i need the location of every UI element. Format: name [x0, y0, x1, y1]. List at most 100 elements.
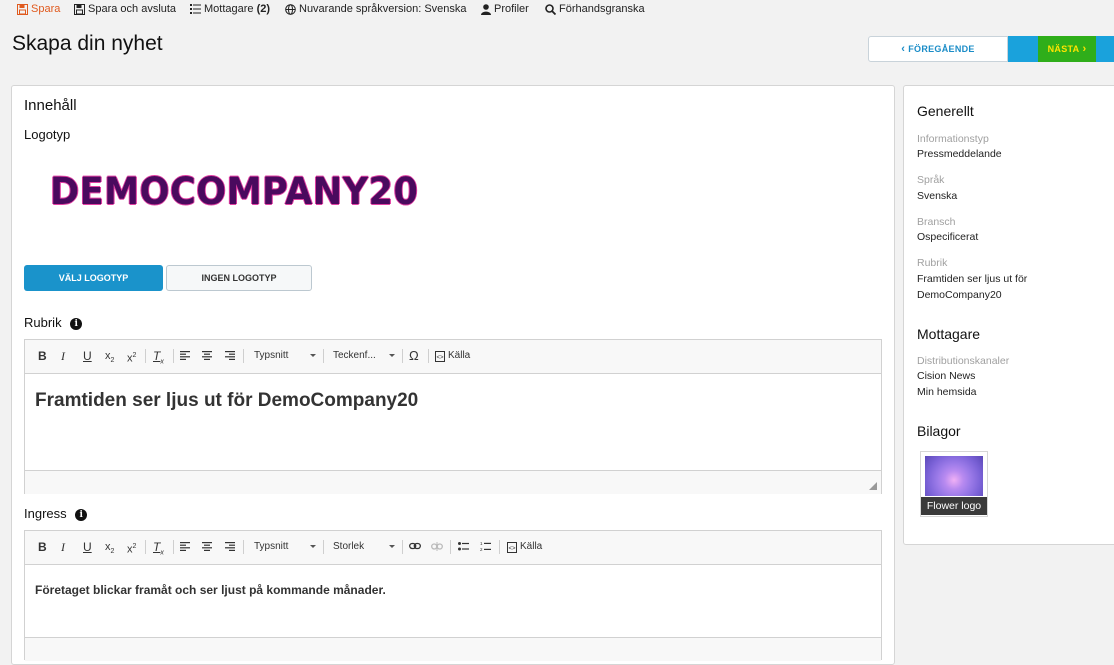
- save-and-exit-label: Spara och avsluta: [88, 3, 177, 15]
- toolbar-separator: [173, 349, 174, 363]
- caret-down-icon: [389, 354, 395, 357]
- attachments-heading: Bilagor: [917, 423, 961, 439]
- lead-editor-statusbar: [25, 637, 881, 661]
- toolbar-separator: [173, 540, 174, 554]
- industry-value: Ospecificerat: [917, 231, 979, 243]
- source-button[interactable]: <> Källa: [435, 349, 470, 363]
- caret-down-icon: [310, 354, 316, 357]
- toolbar-separator: [243, 349, 244, 363]
- clear-format-icon[interactable]: Tx: [153, 540, 164, 560]
- save-label: Spara: [31, 3, 61, 15]
- toolbar-separator: [145, 540, 146, 554]
- lead-editor: B I U x2 x2 Tx Typsnitt Storlek 12 <> Kä…: [24, 530, 882, 661]
- font-dropdown[interactable]: Typsnitt: [254, 349, 318, 363]
- choose-logo-button[interactable]: VÄLJ LOGOTYP: [24, 265, 163, 291]
- subscript-icon[interactable]: x2: [105, 540, 114, 559]
- align-right-icon[interactable]: [225, 542, 235, 551]
- italic-icon[interactable]: I: [61, 349, 65, 363]
- info-icon[interactable]: i: [70, 317, 83, 330]
- previous-label: FÖREGÅENDE: [908, 44, 975, 54]
- svg-text:2: 2: [480, 547, 483, 552]
- toolbar-separator: [323, 349, 324, 363]
- title-editor: B I U x2 x2 Tx Typsnitt Teckenf... Ω <> …: [24, 339, 882, 494]
- font-dropdown-label: Typsnitt: [254, 541, 289, 552]
- svg-text:<>: <>: [436, 355, 444, 361]
- content-heading: Innehåll: [24, 97, 77, 114]
- align-center-icon[interactable]: [202, 542, 212, 551]
- next-button[interactable]: NÄSTA ›: [1038, 36, 1096, 62]
- lead-text-area[interactable]: Företaget blickar framåt och ser ljust p…: [35, 583, 386, 597]
- next-button-area[interactable]: NÄSTA ›: [1008, 36, 1114, 62]
- source-icon: <>: [435, 350, 445, 362]
- no-logo-button[interactable]: INGEN LOGOTYP: [166, 265, 312, 291]
- recipients-button[interactable]: Mottagare (2): [190, 3, 270, 15]
- save-button[interactable]: Spara: [17, 3, 60, 15]
- underline-icon[interactable]: U: [83, 349, 92, 363]
- preview-label: Förhandsgranska: [559, 3, 645, 15]
- lead-label-row: Ingress i: [24, 506, 88, 521]
- page-title: Skapa din nyhet: [12, 32, 163, 55]
- title-label-row: Rubrik i: [24, 315, 83, 330]
- lead-label: Ingress: [24, 506, 67, 521]
- special-char-icon[interactable]: Ω: [409, 349, 419, 363]
- lead-editor-toolbar: B I U x2 x2 Tx Typsnitt Storlek 12 <> Kä…: [25, 531, 881, 565]
- previous-button[interactable]: ‹ FÖREGÅENDE: [868, 36, 1008, 62]
- title-value-line-1: Framtiden ser ljus ut för: [917, 273, 1028, 285]
- numbered-list-icon[interactable]: 12: [480, 541, 491, 552]
- attachment-caption: Flower logo: [921, 497, 987, 515]
- superscript-icon[interactable]: x2: [127, 349, 136, 366]
- next-label: NÄSTA: [1047, 44, 1080, 54]
- link-icon[interactable]: [409, 542, 421, 550]
- bold-icon[interactable]: B: [38, 349, 47, 363]
- subscript-icon[interactable]: x2: [105, 349, 114, 368]
- source-button[interactable]: <> Källa: [507, 540, 542, 554]
- title-value-line-2: DemoCompany20: [917, 289, 1002, 301]
- info-icon[interactable]: i: [75, 508, 88, 521]
- title-editor-statusbar: [25, 470, 881, 494]
- language-version-label: Nuvarande språkversion: Svenska: [299, 3, 467, 15]
- align-left-icon[interactable]: [180, 542, 190, 551]
- top-toolbar: Spara Spara och avsluta Mottagare (2) Nu…: [0, 0, 1114, 20]
- resize-handle-icon[interactable]: [869, 482, 877, 490]
- align-left-icon[interactable]: [180, 351, 190, 360]
- info-sidebar: Generellt Informationstyp Pressmeddeland…: [903, 85, 1114, 545]
- channels-key: Distributionskanaler: [917, 355, 1010, 367]
- profiles-button[interactable]: Profiler: [481, 3, 529, 15]
- source-label: Källa: [520, 541, 543, 552]
- user-icon: [481, 3, 491, 15]
- toolbar-separator: [243, 540, 244, 554]
- recipients-count: (2): [256, 3, 271, 15]
- save-and-exit-button[interactable]: Spara och avsluta: [74, 3, 176, 15]
- format-dropdown-label: Teckenf...: [333, 350, 376, 361]
- format-dropdown[interactable]: Teckenf...: [333, 349, 397, 363]
- recipients-heading: Mottagare: [917, 326, 981, 342]
- title-text-area[interactable]: Framtiden ser ljus ut för DemoCompany20: [35, 390, 418, 412]
- chevron-right-icon: ›: [1082, 43, 1087, 55]
- info-type-key: Informationstyp: [917, 133, 989, 145]
- align-right-icon[interactable]: [225, 351, 235, 360]
- size-dropdown-label: Storlek: [333, 541, 365, 552]
- italic-icon[interactable]: I: [61, 540, 65, 554]
- preview-button[interactable]: Förhandsgranska: [545, 3, 645, 15]
- svg-text:1: 1: [480, 541, 483, 546]
- font-dropdown[interactable]: Typsnitt: [254, 540, 318, 554]
- title-editor-toolbar: B I U x2 x2 Tx Typsnitt Teckenf... Ω <> …: [25, 340, 881, 374]
- bullet-list-icon[interactable]: [458, 542, 469, 551]
- size-dropdown[interactable]: Storlek: [333, 540, 397, 554]
- bold-icon[interactable]: B: [38, 540, 47, 554]
- flower-image: [925, 456, 983, 496]
- language-value: Svenska: [917, 190, 958, 202]
- language-version-button[interactable]: Nuvarande språkversion: Svenska: [285, 3, 467, 15]
- save-icon: [17, 3, 28, 15]
- toolbar-separator: [450, 540, 451, 554]
- company-logo: DEMOCOMPANY20: [50, 170, 419, 213]
- attachment-thumbnail[interactable]: Flower logo: [920, 451, 988, 517]
- toolbar-separator: [402, 540, 403, 554]
- align-center-icon[interactable]: [202, 351, 212, 360]
- font-dropdown-label: Typsnitt: [254, 350, 289, 361]
- unlink-icon[interactable]: [431, 542, 443, 551]
- underline-icon[interactable]: U: [83, 540, 92, 554]
- toolbar-separator: [323, 540, 324, 554]
- superscript-icon[interactable]: x2: [127, 540, 136, 557]
- clear-format-icon[interactable]: Tx: [153, 349, 164, 369]
